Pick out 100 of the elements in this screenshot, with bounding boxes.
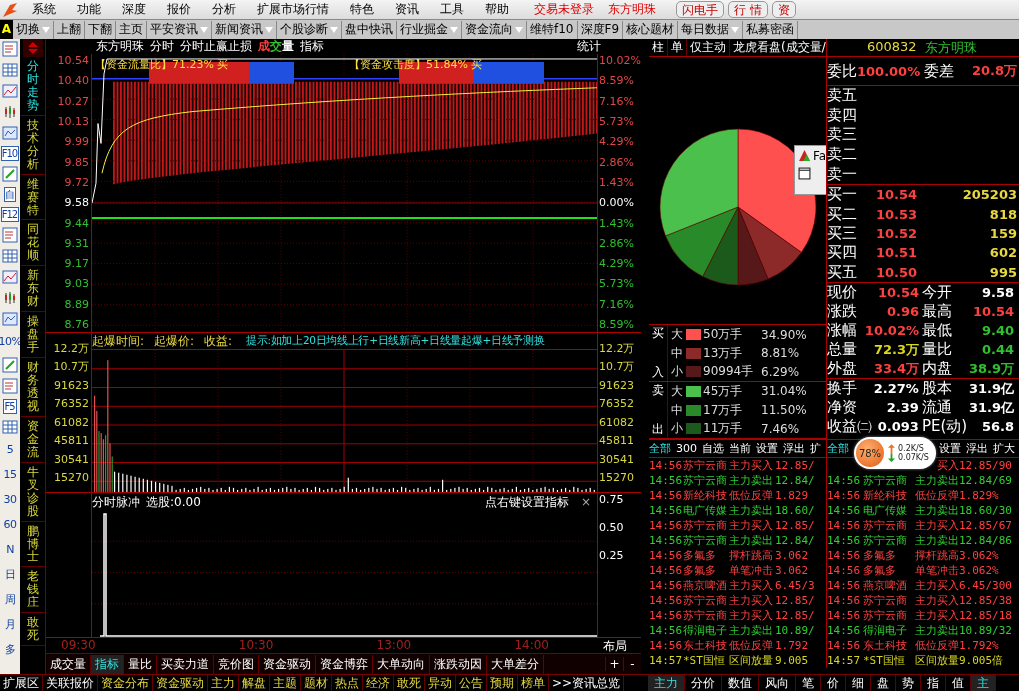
volume-link[interactable]: 成交量 (258, 38, 294, 55)
toolbar-button[interactable]: 维特f10 (527, 20, 578, 39)
news-row[interactable]: 14:56苏宁云商 主力买入 12.85/ 14:56 苏宁云商 主力买入12.85/18 (649, 608, 1019, 623)
news-row[interactable]: 14:56新纶科技 低位反弹 1.829 14:56 新纶科技 低位反弹1.829% (649, 488, 1019, 503)
zoom-button[interactable]: + (605, 657, 623, 672)
bottom-tab[interactable]: 经济 (363, 675, 394, 691)
bottom-tab[interactable]: 热点 (332, 675, 363, 691)
toolbar-button[interactable]: 个股诊断 (277, 20, 342, 39)
menu-item[interactable]: 帮助 (475, 1, 520, 18)
view-tab[interactable]: 老钱庄 (20, 567, 45, 614)
detail-tab[interactable]: 主 (971, 675, 996, 691)
tool-icon[interactable] (2, 378, 18, 394)
bottom-tab[interactable]: 解盘 (239, 675, 270, 691)
toolbar-button[interactable]: 上翻 (54, 20, 85, 39)
tool-button[interactable]: 自 (4, 187, 16, 202)
view-tab[interactable]: 分时走势 (20, 57, 45, 116)
toolbar-button[interactable]: 切换 (13, 20, 54, 39)
bottom-tab[interactable]: 资金分布 (98, 675, 153, 691)
toolbar-button[interactable]: 盘中快讯 (342, 20, 397, 39)
menu-item[interactable]: 特色 (340, 1, 385, 18)
news-tab[interactable]: 全部 (649, 441, 671, 456)
detail-tab[interactable]: 数值 (722, 675, 759, 691)
chart-mode-link[interactable]: 分时止赢止损 (180, 38, 252, 55)
indicator-link[interactable]: 指标 (300, 38, 324, 55)
news-tab[interactable]: 设置 (756, 441, 778, 456)
chart-tab[interactable]: 量比 (124, 654, 157, 674)
view-tab[interactable]: 敢死 (20, 613, 45, 647)
view-tab[interactable]: 技术分析 (20, 115, 45, 175)
detail-tab[interactable]: 盘 (871, 675, 896, 691)
pie-tab[interactable]: 龙虎看盘(成交量/ (730, 39, 826, 56)
scroll-arrows-icon[interactable] (22, 39, 43, 57)
window-icon[interactable] (798, 166, 811, 180)
chart-tab[interactable]: 涨跌动因 (430, 654, 487, 674)
news-row[interactable]: 14:56电广传媒 主力卖出 18.60/ 14:56 电广传媒 主力卖出18.60/30 (649, 503, 1019, 518)
news-row[interactable]: 14:56燕京啤酒 主力买入 6.45/3 14:56 燕京啤酒 主力买入6.45/300 (649, 578, 1019, 593)
period-button[interactable]: 60 (3, 515, 17, 535)
period-button[interactable]: 15 (3, 465, 17, 485)
tool-button[interactable]: F5 (3, 399, 17, 414)
tool-icon[interactable] (2, 311, 18, 327)
chart-tab[interactable]: 竞价图 (214, 654, 259, 674)
period-button[interactable]: 10% (0, 332, 20, 352)
detail-tab[interactable]: 指 (921, 675, 946, 691)
menu-item[interactable]: 分析 (202, 1, 247, 18)
toolbar-button[interactable]: 下翻 (85, 20, 116, 39)
news-row[interactable]: 14:56得润电子 主力卖出 10.89/ 14:56 得润电子 主力卖出10.89/32 (649, 623, 1019, 638)
layout-button[interactable]: 布局 (603, 638, 627, 654)
pie-tab[interactable]: 仅主动 (687, 39, 730, 56)
bottom-tab[interactable]: 扩展区 (0, 675, 43, 691)
news-row[interactable]: 14:57*ST国恒 区间放量 9.005 14:57 *ST国恒 区间放量9.005倍 (649, 653, 1019, 668)
toolbar-button[interactable]: 每日数据 (678, 20, 744, 39)
bottom-tab[interactable]: 主力 (208, 675, 239, 691)
news-row[interactable]: 14:56多氟多 撑杆跳高 3.062 14:56 多氟多 撑杆跳高3.062% (649, 548, 1019, 563)
chart-tab[interactable]: 指标 (91, 654, 124, 674)
news-row[interactable]: 14:56苏宁云商 主力买入 12.85/ 14:56 苏宁云商 主力买入12.85/38 (649, 593, 1019, 608)
close-button[interactable]: × (580, 495, 591, 510)
top-button[interactable]: 闪电手 (676, 1, 724, 18)
news-row[interactable]: 14:56多氟多 单笔冲击 3.062 14:56 多氟多 单笔冲击3.062% (649, 563, 1019, 578)
tool-icon[interactable] (2, 166, 18, 182)
bottom-tab[interactable]: 公告 (456, 675, 487, 691)
detail-tab[interactable]: 价 (821, 675, 846, 691)
view-tab[interactable]: 维赛特 (20, 174, 45, 221)
tool-button[interactable]: F12 (0, 207, 20, 222)
menu-item[interactable]: 深度 (112, 1, 157, 18)
period-button[interactable]: 日 (4, 565, 16, 585)
detail-tab[interactable]: 主力 (648, 675, 685, 691)
view-tab[interactable]: 新东财 (20, 266, 45, 313)
news-tab[interactable]: 自选 (702, 441, 724, 456)
view-tab[interactable]: 财务透视 (20, 358, 45, 417)
period-button[interactable]: 5 (6, 440, 14, 460)
toolbar-button[interactable]: 平安资讯 (147, 20, 212, 39)
bottom-tab[interactable]: 关联报价 (43, 675, 98, 691)
news-tab[interactable]: 浮出 (783, 441, 805, 456)
detail-tab[interactable]: 势 (896, 675, 921, 691)
tool-icon[interactable] (2, 290, 18, 306)
bottom-tab[interactable]: 题材 (301, 675, 332, 691)
bottom-tab[interactable]: 敢死 (394, 675, 425, 691)
toolbar-button[interactable]: 资金流向 (462, 20, 527, 39)
toolbar-button[interactable]: 新闻资讯 (212, 20, 277, 39)
tool-icon[interactable] (2, 419, 18, 435)
tool-button[interactable]: F10 (0, 146, 20, 161)
period-button[interactable]: 30 (3, 490, 17, 510)
tool-icon[interactable] (2, 248, 18, 264)
toolbar-button[interactable]: 主页 (116, 20, 147, 39)
toolbar-button[interactable]: 私募密函 (743, 20, 799, 39)
view-tab[interactable]: 资金流 (20, 416, 45, 463)
news-tab[interactable]: 扩 (810, 441, 821, 456)
period-button[interactable]: 月 (4, 615, 16, 635)
chart-tab[interactable]: 资金驱动 (259, 654, 316, 674)
news-tab[interactable]: 当前 (729, 441, 751, 456)
detail-tab[interactable]: 分价 (685, 675, 722, 691)
chart-tab[interactable]: 大单动向 (373, 654, 430, 674)
pie-tab[interactable]: 单 (668, 39, 687, 56)
detail-tab[interactable]: 细 (846, 675, 871, 691)
chart-tab[interactable]: 买卖力道 (157, 654, 214, 674)
menu-item[interactable]: 功能 (67, 1, 112, 18)
view-tab[interactable]: 同花顺 (20, 220, 45, 267)
menu-item[interactable]: 系统 (22, 1, 67, 18)
bottom-tab[interactable]: 榜单 (518, 675, 549, 691)
chart-tab[interactable]: 资金博弈 (316, 654, 373, 674)
zoom-button[interactable]: - (623, 657, 641, 672)
